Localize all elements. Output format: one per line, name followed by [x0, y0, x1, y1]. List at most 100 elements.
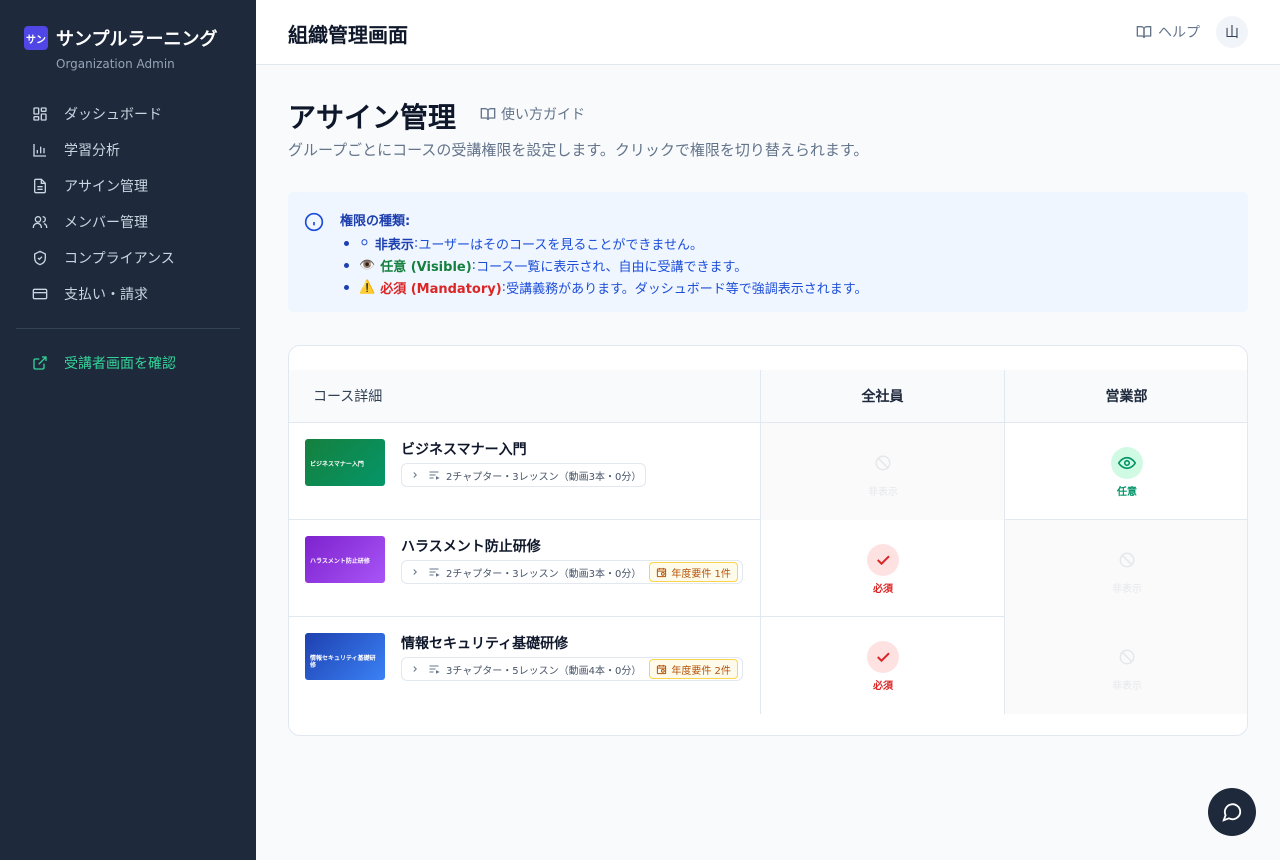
file-text-icon: [34, 178, 46, 194]
permission-desc: コース一覧に表示され、自由に受講できます。: [476, 259, 748, 275]
table-header: コース詳細 全社員 営業部: [289, 370, 1247, 423]
top-header: 組織管理画面 ヘルプ 山: [256, 0, 1280, 65]
annual-requirement-badge: 年度要件 1件: [649, 562, 738, 582]
permission-toggle: [867, 641, 899, 673]
column-header-course: コース詳細: [313, 389, 383, 405]
chevron-right-icon: [413, 472, 417, 478]
permission-label: 非表示: [868, 487, 898, 498]
permission-label: 必須: [873, 584, 893, 595]
chat-button[interactable]: [1208, 788, 1256, 836]
permission-toggle: [1111, 447, 1143, 479]
sidebar-item-label: 支払い・請求: [64, 287, 148, 303]
info-title: 権限の種類:: [340, 214, 411, 229]
help-label: ヘルプ: [1158, 25, 1200, 41]
column-header-all-employees: 全社員: [760, 370, 1004, 422]
usage-guide-link[interactable]: 使い方ガイド: [480, 104, 585, 124]
sidebar-item-compliance[interactable]: コンプライアンス: [16, 240, 240, 276]
permission-cell-all-employees[interactable]: 非表示: [760, 423, 1004, 520]
table-row: ハラスメント防止研修 ハラスメント防止研修 2チャプター・3レッスン（動画3本・…: [289, 520, 1247, 617]
course-thumbnail: ハラスメント防止研修: [305, 536, 385, 583]
sidebar-item-analytics[interactable]: 学習分析: [16, 132, 240, 168]
sidebar-item-label: アサイン管理: [64, 179, 148, 195]
permission-key-hidden: 非表示: [374, 237, 414, 253]
page-description: グループごとにコースの受講権限を設定します。クリックで権限を切り替えられます。: [288, 141, 869, 159]
chat-bubble-icon: [1222, 803, 1242, 822]
course-thumbnail: ビジネスマナー入門: [305, 439, 385, 486]
thumbnail-text: ハラスメント防止研修: [310, 558, 370, 565]
learner-view-link[interactable]: 受講者画面を確認: [16, 345, 240, 381]
course-name: ビジネスマナー入門: [401, 442, 527, 458]
course-structure-toggle[interactable]: 2チャプター・3レッスン（動画3本・0分） 年度要件 1件: [401, 560, 743, 584]
permission-toggle: [1111, 544, 1143, 576]
permission-info-box: 権限の種類: ⚪ 非表示 : ユーザーはそのコースを見ることができません。 👁️…: [288, 192, 1248, 312]
users-icon: [32, 216, 48, 228]
lesson-summary: 2チャプター・3レッスン（動画3本・0分）: [446, 471, 642, 483]
sidebar-item-billing[interactable]: 支払い・請求: [16, 276, 240, 312]
course-structure-toggle[interactable]: 2チャプター・3レッスン（動画3本・0分）: [401, 463, 647, 487]
sidebar-item-dashboard[interactable]: ダッシュボード: [16, 96, 240, 132]
shield-check-icon: [34, 250, 46, 266]
ban-icon: [875, 455, 891, 471]
circle-emoji-icon: ⚪: [359, 235, 370, 251]
lesson-summary: 3チャプター・5レッスン（動画4本・0分）: [446, 665, 642, 677]
sidebar-item-label: メンバー管理: [64, 215, 148, 231]
sidebar-item-label: 学習分析: [64, 143, 120, 159]
external-link-icon: [33, 356, 47, 370]
list-item: ⚪ 非表示 : ユーザーはそのコースを見ることができません。: [344, 232, 867, 254]
calendar-clock-icon: [657, 567, 667, 577]
assignment-table: コース詳細 全社員 営業部 ビジネスマナー入門 ビジネスマナー入門 2チャプター…: [288, 345, 1248, 736]
chevron-right-icon: [413, 666, 417, 672]
permission-cell-sales[interactable]: 非表示: [1004, 520, 1247, 617]
sidebar-item-assign[interactable]: アサイン管理: [16, 168, 240, 204]
check-icon: [877, 652, 890, 663]
sidebar-item-members[interactable]: メンバー管理: [16, 204, 240, 240]
badge-label: 年度要件 2件: [671, 665, 731, 677]
info-icon: [304, 212, 324, 232]
chevron-right-icon: [413, 569, 417, 575]
permission-label: 非表示: [1112, 681, 1142, 692]
brand-logo: サン: [24, 26, 48, 50]
sidebar-nav: ダッシュボード 学習分析 アサイン管理 メンバー管理 コンプライアンス 支払い・…: [16, 96, 240, 312]
permission-label: 必須: [873, 681, 893, 692]
permission-cell-sales[interactable]: 非表示: [1004, 617, 1247, 714]
badge-label: 年度要件 1件: [671, 568, 731, 580]
permission-type-list: ⚪ 非表示 : ユーザーはそのコースを見ることができません。 👁️ 任意 (Vi…: [344, 232, 867, 298]
header-title: 組織管理画面: [288, 23, 408, 47]
list-item: 👁️ 任意 (Visible) : コース一覧に表示され、自由に受講できます。: [344, 254, 867, 276]
permission-label: 非表示: [1112, 584, 1142, 595]
page-title: アサイン管理: [288, 101, 457, 134]
warning-emoji-icon: ⚠️: [359, 279, 376, 295]
ban-icon: [1119, 552, 1135, 568]
learner-view-label: 受講者画面を確認: [64, 356, 176, 372]
brand[interactable]: サン サンプルラーニング: [24, 25, 217, 51]
table-row: ビジネスマナー入門 ビジネスマナー入門 2チャプター・3レッスン（動画3本・0分…: [289, 423, 1247, 520]
thumbnail-text: ビジネスマナー入門: [310, 461, 364, 468]
permission-toggle: [867, 447, 899, 479]
check-icon: [877, 555, 890, 566]
calendar-clock-icon: [657, 664, 667, 674]
usage-guide-label: 使い方ガイド: [501, 107, 585, 123]
avatar[interactable]: 山: [1216, 16, 1248, 48]
thumbnail-text: 情報セキュリティ基礎研修: [310, 655, 376, 669]
eye-emoji-icon: 👁️: [359, 257, 376, 273]
permission-key-mandatory: 必須 (Mandatory): [380, 281, 502, 297]
brand-subtitle: Organization Admin: [56, 57, 175, 71]
permission-cell-all-employees[interactable]: 必須: [760, 617, 1004, 714]
sidebar-item-label: ダッシュボード: [64, 107, 162, 123]
table-row: 情報セキュリティ基礎研修 情報セキュリティ基礎研修 3チャプター・5レッスン（動…: [289, 617, 1247, 714]
list-icon: [429, 471, 440, 480]
course-thumbnail: 情報セキュリティ基礎研修: [305, 633, 385, 680]
permission-toggle: [867, 544, 899, 576]
sidebar-divider: [16, 328, 240, 329]
help-button[interactable]: ヘルプ: [1136, 20, 1200, 44]
lesson-summary: 2チャプター・3レッスン（動画3本・0分）: [446, 568, 642, 580]
list-icon: [429, 665, 440, 674]
grid-icon: [33, 107, 47, 121]
permission-cell-all-employees[interactable]: 必須: [760, 520, 1004, 617]
course-structure-toggle[interactable]: 3チャプター・5レッスン（動画4本・0分） 年度要件 2件: [401, 657, 743, 681]
course-name: 情報セキュリティ基礎研修: [401, 636, 569, 652]
bar-chart-icon: [33, 144, 46, 157]
permission-cell-sales[interactable]: 任意: [1004, 423, 1247, 520]
permission-toggle: [1111, 641, 1143, 673]
permission-key-visible: 任意 (Visible): [380, 259, 472, 275]
